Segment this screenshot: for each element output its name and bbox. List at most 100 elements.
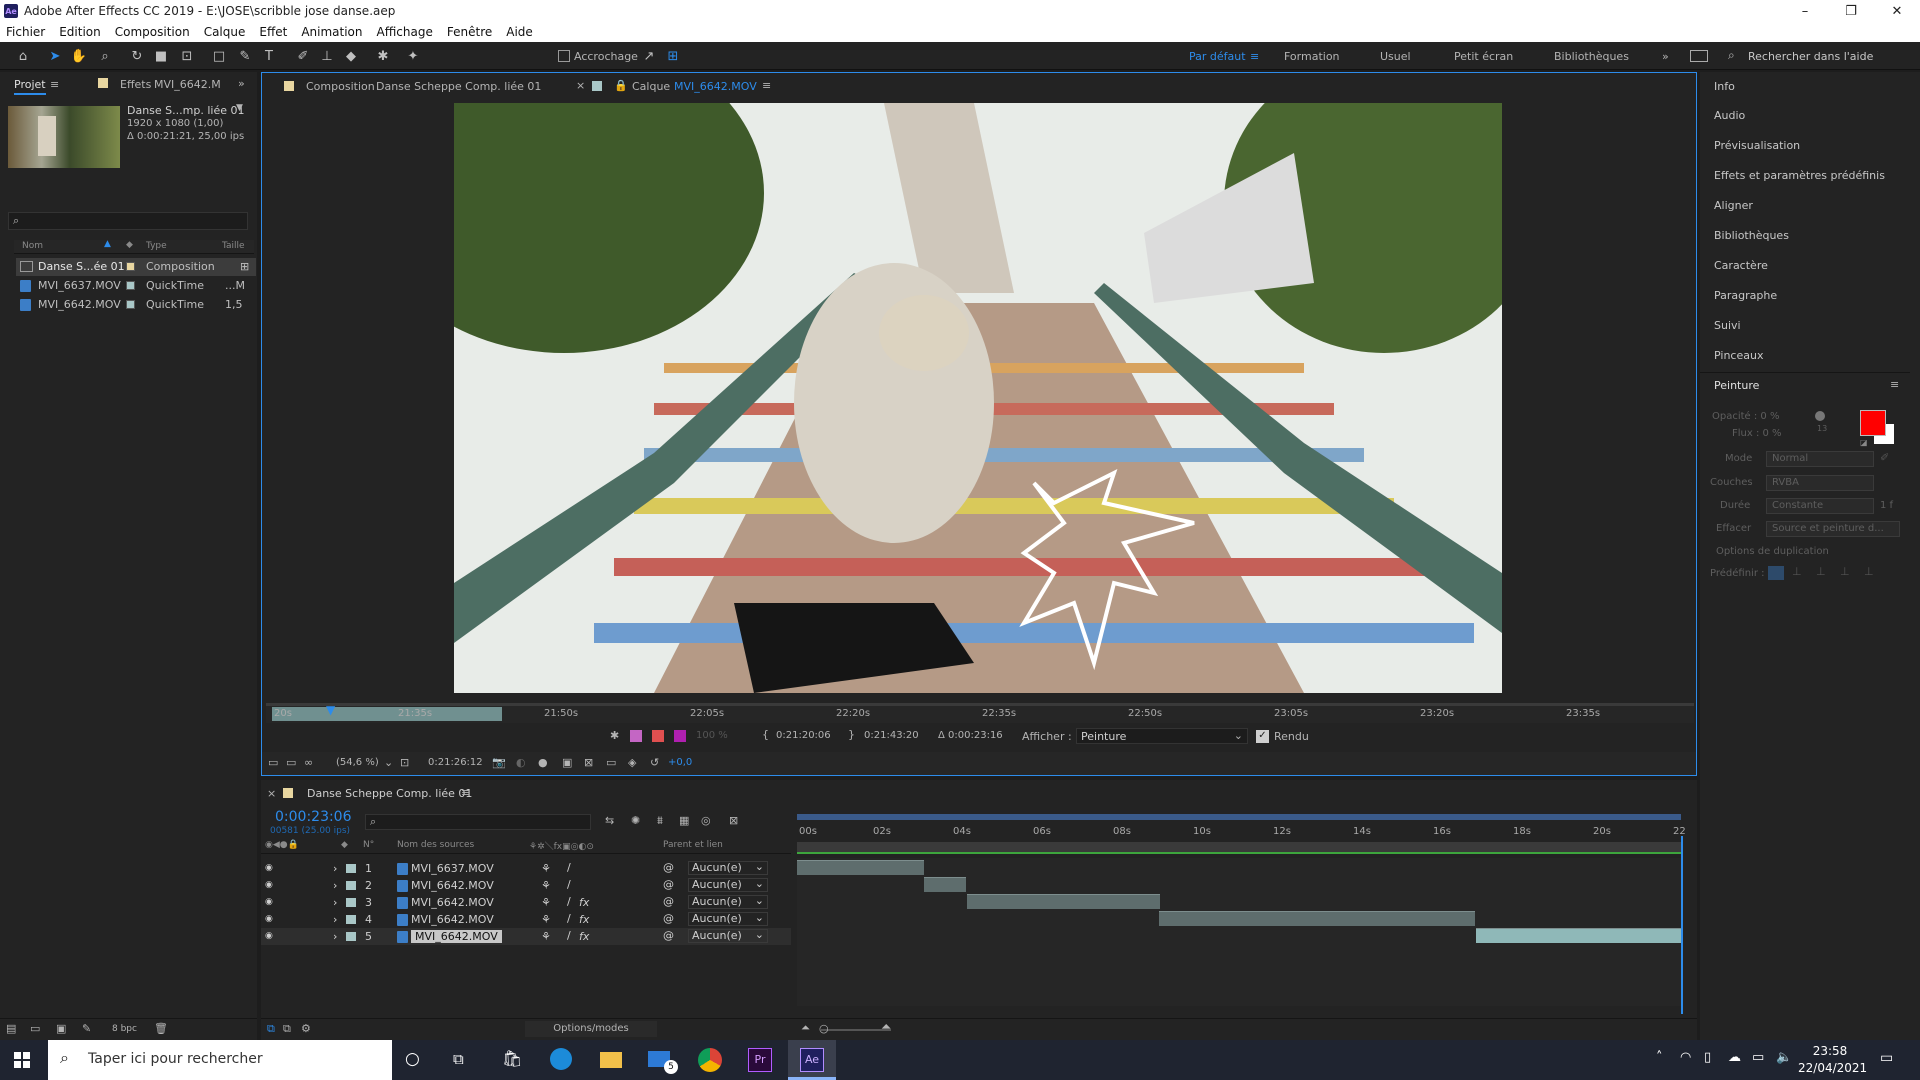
swap-colors-icon[interactable]: ◪ [1860, 438, 1868, 447]
eye-icon[interactable]: ◉ [265, 863, 275, 873]
preview-icon[interactable]: ▭ [606, 756, 616, 769]
region-of-interest-icon[interactable]: ▣ [562, 756, 572, 769]
preset-5-icon[interactable]: ⊥ [1864, 565, 1874, 578]
preset-2-icon[interactable]: ⊥ [1792, 565, 1802, 578]
task-view-icon[interactable]: ⧉ [453, 1050, 464, 1068]
draft-3d-icon[interactable]: ✺ [631, 814, 640, 827]
layer-row[interactable]: ◉ › 4 MVI_6642.MOV ⚘ / fx @ Aucun(e) ⌄ [261, 911, 791, 928]
new-folder-icon[interactable]: ▭ [30, 1022, 40, 1035]
chevron-down-icon[interactable]: ⌄ [384, 756, 393, 769]
pick-whip-icon[interactable]: @ [663, 861, 674, 874]
comp-mini-flowchart-icon[interactable]: ⇆ [605, 814, 614, 827]
pen-tool-icon[interactable]: ✎ [236, 47, 254, 65]
store-icon[interactable]: 🛍 [502, 1049, 522, 1068]
label-swatch[interactable] [346, 932, 356, 941]
expand-arrow-icon[interactable]: › [333, 896, 337, 909]
transparency-grid-icon[interactable]: ⊠ [584, 756, 593, 769]
panel-bibliotheques[interactable]: Bibliothèques [1714, 229, 1789, 242]
pick-whip-icon[interactable]: @ [663, 912, 674, 925]
col-size[interactable]: Taille [222, 241, 245, 251]
layer-duration-bar[interactable] [797, 860, 924, 875]
col-parent[interactable]: Parent et lien [663, 840, 723, 850]
quality-switch-icon[interactable]: / [567, 861, 571, 874]
bit-depth[interactable]: 8 bpc [112, 1024, 137, 1034]
graph-editor-icon[interactable]: ⊠ [729, 814, 738, 827]
paint-duration-frames[interactable]: 1 f [1880, 500, 1893, 511]
current-time-display[interactable]: 0:21:26:12 [428, 757, 483, 768]
reset-exposure-icon[interactable]: ↺ [650, 756, 659, 769]
layer-row[interactable]: ◉ › 5 MVI_6642.MOV ⚘ / fx @ Aucun(e) ⌄ [261, 928, 791, 945]
shy-switch-icon[interactable]: ⚘ [541, 896, 551, 909]
label-swatch[interactable] [126, 300, 135, 309]
shy-switch-icon[interactable]: ⚘ [541, 913, 551, 926]
tab-layer-prefix[interactable]: Calque [632, 80, 670, 93]
label-swatch[interactable] [126, 281, 135, 290]
menu-animation[interactable]: Animation [301, 25, 362, 39]
cortana-icon[interactable]: ○ [405, 1049, 420, 1069]
label-swatch[interactable] [346, 881, 356, 890]
workspace-bibliotheques[interactable]: Bibliothèques [1554, 50, 1629, 63]
panel-audio[interactable]: Audio [1714, 109, 1745, 122]
interpret-footage-icon[interactable]: ▤ [6, 1022, 16, 1035]
power-icon[interactable]: ▭ [1752, 1050, 1764, 1065]
eye-icon[interactable]: ◉ [265, 914, 275, 924]
label-swatch[interactable] [126, 262, 135, 271]
timeline-playhead[interactable] [1681, 836, 1683, 1014]
work-area-bar[interactable] [272, 707, 502, 721]
timeline-tab-name[interactable]: Danse Scheppe Comp. liée 01 [307, 787, 472, 800]
transfer-controls-icon[interactable]: ⧉ [283, 1022, 291, 1036]
trash-icon[interactable]: 🗑 [154, 1022, 168, 1035]
menu-effet[interactable]: Effet [259, 25, 287, 39]
layer-source-name[interactable]: MVI_6642.MOV [411, 879, 494, 892]
panel-caractere[interactable]: Caractère [1714, 259, 1768, 272]
text-tool-icon[interactable]: T [260, 47, 278, 65]
panel-aligner[interactable]: Aligner [1714, 199, 1753, 212]
grid-toggle-icon[interactable]: ⊡ [400, 756, 409, 769]
panel-overflow-icon[interactable]: » [238, 77, 245, 90]
windows-start-icon[interactable] [14, 1052, 30, 1068]
flowchart-icon[interactable]: ⊞ [240, 260, 249, 273]
panel-suivi[interactable]: Suivi [1714, 319, 1741, 332]
alpha-overlay-swatch[interactable] [674, 730, 686, 742]
vr-icon[interactable]: ∞ [304, 756, 313, 769]
menu-calque[interactable]: Calque [204, 25, 246, 39]
show-snapshot-icon[interactable]: ◐ [516, 756, 526, 769]
label-swatch[interactable] [346, 864, 356, 873]
sort-asc-icon[interactable]: ▲ [104, 239, 111, 249]
layer-source-name[interactable]: MVI_6642.MOV [411, 896, 494, 909]
in-point-time[interactable]: 0:21:20:06 [776, 730, 831, 741]
tab-effets[interactable]: Effets [120, 78, 151, 91]
workspace-layout-icon[interactable] [1690, 50, 1708, 62]
tab-composition-name[interactable]: Danse Scheppe Comp. liée 01 [376, 80, 541, 93]
close-button[interactable]: ✕ [1874, 0, 1920, 22]
color-channels-icon[interactable]: ● [538, 756, 548, 769]
rendu-checkbox[interactable]: ✓ [1256, 730, 1269, 743]
menu-affichage[interactable]: Affichage [377, 25, 433, 39]
search-help-field[interactable]: Rechercher dans l'aide [1748, 50, 1873, 63]
project-item-mvi6642[interactable]: MVI_6642.MOV QuickTime 1,5 [16, 296, 256, 314]
settings-brush-icon[interactable]: ✎ [82, 1022, 91, 1035]
workspace-petit-ecran[interactable]: Petit écran [1454, 50, 1513, 63]
shy-switch-icon[interactable]: ⚘ [541, 862, 551, 875]
onion-skin-icon[interactable]: ✱ [610, 729, 619, 742]
selection-tool-icon[interactable]: ➤ [46, 47, 64, 65]
project-item-comp[interactable]: Danse S...ée 01 Composition ⊞ [16, 258, 256, 276]
preset-3-icon[interactable]: ⊥ [1816, 565, 1826, 578]
lock-icon[interactable]: 🔒 [614, 79, 628, 92]
quality-switch-icon[interactable]: / [567, 912, 571, 925]
paint-mode-select[interactable]: Normal [1766, 451, 1874, 467]
col-source-name[interactable]: Nom des sources [397, 840, 474, 850]
roto-brush-tool-icon[interactable]: ✱ [374, 47, 392, 65]
workspace-menu-icon[interactable]: ≡ [1250, 50, 1259, 63]
layer-source-name[interactable]: MVI_6637.MOV [411, 862, 494, 875]
label-swatch[interactable] [346, 915, 356, 924]
layer-switches-icon[interactable]: ⧉ [267, 1022, 275, 1036]
zoom-tool-icon[interactable]: ⌕ [96, 47, 114, 65]
fx-switch-icon[interactable]: fx [579, 896, 589, 909]
paint-erase-select[interactable]: Source et peinture d... [1766, 521, 1900, 537]
project-menu-icon[interactable]: ≡ [50, 78, 59, 91]
layer-row[interactable]: ◉ › 1 MVI_6637.MOV ⚘ / @ Aucun(e) ⌄ [261, 860, 791, 877]
out-point-icon[interactable]: } [848, 728, 855, 741]
menu-aide[interactable]: Aide [506, 25, 533, 39]
panel-info[interactable]: Info [1714, 80, 1735, 93]
